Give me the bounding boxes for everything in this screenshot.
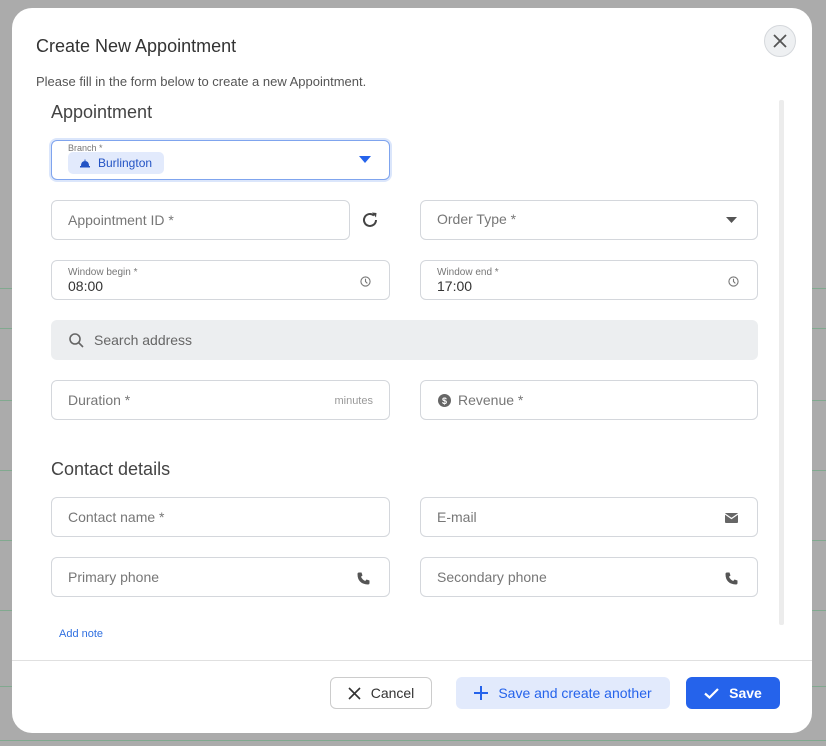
footer-divider	[12, 660, 812, 661]
scrollbar[interactable]	[779, 100, 784, 625]
duration-input[interactable]: Duration * minutes	[51, 380, 390, 420]
appointment-id-placeholder: Appointment ID *	[68, 212, 174, 228]
branch-select[interactable]: Branch * Burlington	[51, 140, 390, 180]
refresh-icon[interactable]	[361, 211, 379, 229]
window-begin-label: Window begin *	[68, 267, 138, 278]
search-address-input[interactable]: Search address	[51, 320, 758, 360]
clock-icon[interactable]	[725, 273, 741, 289]
dialog-title: Create New Appointment	[36, 36, 237, 56]
branch-value: Burlington	[98, 156, 153, 170]
section-appointment: Appointment	[51, 102, 153, 122]
save-button[interactable]: Save	[686, 677, 780, 709]
check-icon	[704, 687, 719, 699]
secondary-phone-input[interactable]: Secondary phone	[420, 557, 758, 597]
phone-icon	[723, 570, 739, 586]
primary-phone-placeholder: Primary phone	[68, 569, 160, 585]
plus-icon	[474, 686, 489, 700]
clock-icon[interactable]	[357, 273, 373, 289]
section-contact: Contact details	[51, 459, 171, 479]
branch-icon	[80, 159, 90, 167]
branch-chip[interactable]: Burlington	[68, 152, 165, 174]
add-note-link[interactable]: Add note	[59, 628, 103, 640]
search-icon	[69, 333, 84, 348]
close-icon	[773, 34, 787, 48]
primary-phone-input[interactable]: Primary phone	[51, 557, 390, 597]
revenue-placeholder: Revenue *	[458, 392, 524, 408]
duration-unit: minutes	[334, 395, 373, 407]
window-end-label: Window end *	[437, 267, 499, 278]
phone-icon	[355, 570, 371, 586]
cancel-label: Cancel	[370, 685, 415, 701]
save-and-create-another-label: Save and create another	[498, 685, 652, 701]
dialog-subtitle: Please fill in the form below to create …	[36, 74, 367, 89]
svg-text:$: $	[442, 396, 447, 406]
order-type-placeholder: Order Type *	[437, 211, 517, 227]
dollar-icon: $	[438, 394, 451, 407]
contact-name-placeholder: Contact name *	[68, 509, 165, 525]
order-type-select[interactable]: Order Type *	[420, 200, 758, 240]
envelope-icon	[723, 510, 739, 526]
chevron-down-icon	[726, 217, 737, 223]
window-end-input[interactable]: Window end * 17:00	[420, 260, 758, 300]
save-and-create-another-button[interactable]: Save and create another	[456, 677, 670, 709]
search-address-placeholder: Search address	[94, 332, 193, 348]
cancel-button[interactable]: Cancel	[330, 677, 432, 709]
save-label: Save	[729, 685, 762, 701]
create-appointment-dialog: Create New Appointment Please fill in th…	[12, 8, 812, 733]
close-button[interactable]	[764, 25, 796, 57]
contact-name-input[interactable]: Contact name *	[51, 497, 390, 537]
window-begin-value: 08:00	[68, 278, 104, 294]
chevron-down-icon	[359, 156, 371, 163]
secondary-phone-placeholder: Secondary phone	[437, 569, 547, 585]
appointment-id-input[interactable]: Appointment ID *	[51, 200, 350, 240]
email-input[interactable]: E-mail	[420, 497, 758, 537]
close-icon	[348, 686, 361, 700]
email-placeholder: E-mail	[437, 509, 477, 525]
revenue-input[interactable]: $ Revenue *	[420, 380, 758, 420]
duration-placeholder: Duration *	[68, 392, 131, 408]
window-end-value: 17:00	[437, 278, 473, 294]
window-begin-input[interactable]: Window begin * 08:00	[51, 260, 390, 300]
